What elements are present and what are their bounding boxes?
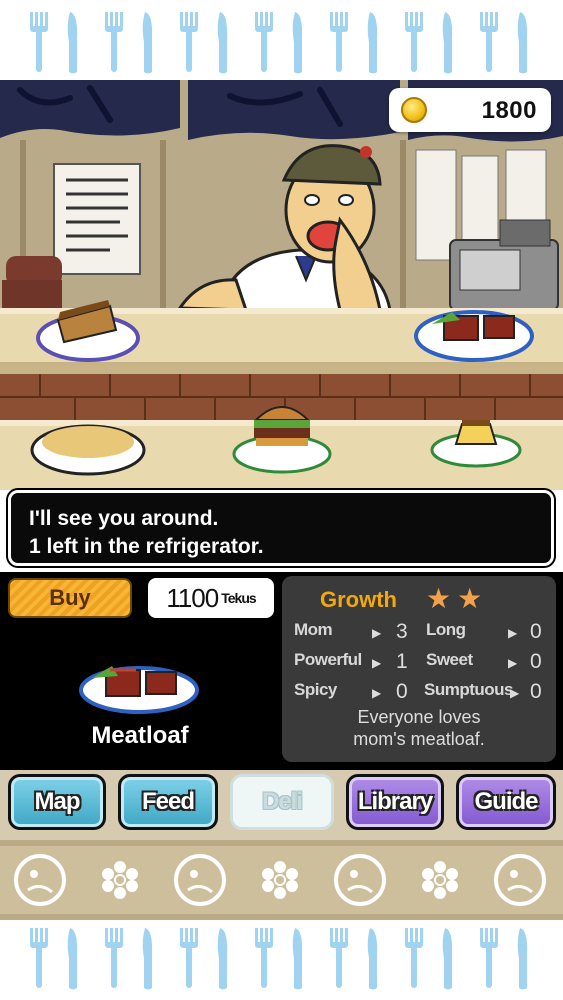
guide-button[interactable]: Guide <box>456 774 556 830</box>
decorative-footer <box>0 840 563 920</box>
meatloaf-plate-icon <box>79 666 199 714</box>
stat-value-sumptuous: 0 <box>530 680 542 703</box>
star-icon: ★ <box>426 583 452 614</box>
cutlery-pattern <box>30 928 528 990</box>
deli-illustration <box>0 80 563 490</box>
stat-label-mom: Mom <box>294 620 333 639</box>
triangle-right-icon: ▶ <box>372 656 382 670</box>
growth-description-line-2: mom's meatloaf. <box>353 729 485 749</box>
dialog-line-2: 1 left in the refrigerator. <box>29 535 264 558</box>
stat-value-spicy: 0 <box>396 680 408 703</box>
growth-title: Growth <box>320 587 397 612</box>
stat-value-sweet: 0 <box>530 650 542 673</box>
cutlery-pattern <box>30 12 528 74</box>
growth-stars: ★ ★ <box>426 583 483 614</box>
food-name: Meatloaf <box>91 722 189 749</box>
item-info-panel: Buy 1100 Tekus Meatloaf Growth ★ ★ Mom ▶… <box>0 572 563 770</box>
stat-label-long: Long <box>426 620 466 639</box>
cutlery-border-bottom <box>0 920 563 1000</box>
price-value: 1100 <box>166 582 219 613</box>
triangle-right-icon: ▶ <box>510 686 520 700</box>
stat-value-long: 0 <box>530 620 542 643</box>
coin-icon <box>401 97 427 123</box>
triangle-right-icon: ▶ <box>508 626 518 640</box>
triangle-right-icon: ▶ <box>372 686 382 700</box>
price-box: 1100 Tekus <box>148 578 274 618</box>
coin-amount: 1800 <box>481 97 537 124</box>
stat-value-mom: 3 <box>396 620 408 643</box>
buy-button[interactable]: Buy <box>8 578 132 618</box>
feed-button[interactable]: Feed <box>118 774 218 830</box>
cutlery-border-top <box>0 0 563 80</box>
dialog-box[interactable]: I'll see you around. 1 left in the refri… <box>8 490 554 566</box>
library-button[interactable]: Library <box>346 774 444 830</box>
star-icon: ★ <box>457 583 483 614</box>
stat-label-spicy: Spicy <box>294 680 337 699</box>
stat-value-powerful: 1 <box>396 650 408 673</box>
deli-button[interactable]: Deli <box>230 774 334 830</box>
price-unit: Tekus <box>221 590 256 606</box>
deli-scene: 1800 <box>0 80 563 490</box>
stat-label-sumptuous: Sumptuous <box>424 680 514 699</box>
growth-description: Everyone loves mom's meatloaf. <box>282 706 556 750</box>
triangle-right-icon: ▶ <box>372 626 382 640</box>
bottom-nav: Map Feed Deli Library Guide <box>0 770 563 840</box>
face-flower-pattern <box>0 840 563 920</box>
growth-description-line-1: Everyone loves <box>357 707 481 727</box>
stat-label-powerful: Powerful <box>294 650 362 669</box>
triangle-right-icon: ▶ <box>508 656 518 670</box>
stat-label-sweet: Sweet <box>426 650 473 669</box>
coin-counter: 1800 <box>389 88 551 132</box>
map-button[interactable]: Map <box>8 774 106 830</box>
dialog-line-1: I'll see you around. <box>29 507 219 530</box>
growth-panel: Growth ★ ★ Mom ▶ 3 Long ▶ 0 Powerful ▶ 1… <box>282 576 556 762</box>
